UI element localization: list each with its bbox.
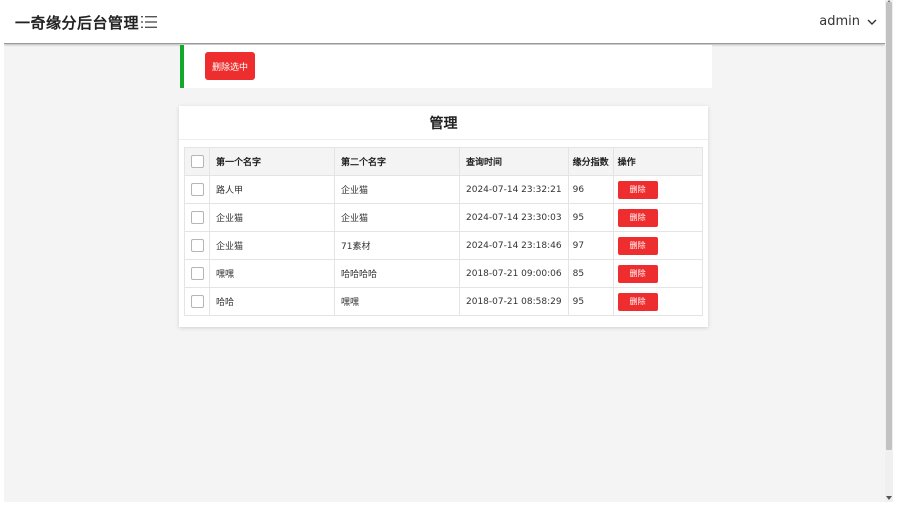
select-all-cell [184, 147, 210, 176]
cell-action: 删除 [612, 231, 704, 260]
table-row: 路人甲 企业猫 2024-07-14 23:32:21 96 删除 [184, 175, 704, 204]
cell-name2: 71素材 [334, 231, 460, 260]
cell-time: 2018-07-21 09:00:06 [459, 259, 569, 288]
toolbar-card: 删除选中 [180, 45, 712, 88]
cell-action: 删除 [612, 175, 704, 204]
cell-name1: 嘿嘿 [209, 259, 335, 288]
row-checkbox[interactable] [190, 211, 204, 224]
select-all-checkbox[interactable] [190, 155, 204, 168]
column-header-action: 操作 [612, 147, 704, 176]
user-menu[interactable]: admin [819, 14, 877, 29]
cell-time: 2024-07-14 23:32:21 [459, 175, 569, 204]
column-header-score: 缘分指数 [567, 147, 614, 176]
cell-score: 95 [567, 287, 614, 316]
cell-time: 2018-07-21 08:58:29 [459, 287, 569, 316]
table-row: 企业猫 71素材 2024-07-14 23:18:46 97 删除 [184, 231, 704, 260]
cell-name2: 企业猫 [334, 203, 460, 232]
brand-title: 一奇缘分后台管理 [15, 14, 140, 32]
chevron-down-icon [867, 19, 877, 25]
row-checkbox[interactable] [190, 267, 204, 280]
cell-score: 97 [567, 231, 614, 260]
table-row: 哈哈 嘿嘿 2018-07-21 08:58:29 95 删除 [184, 287, 704, 316]
row-select-cell [184, 287, 210, 316]
column-header-name1: 第一个名字 [209, 147, 335, 176]
column-header-time: 查询时间 [459, 147, 569, 176]
cell-name2: 企业猫 [334, 175, 460, 204]
cell-action: 删除 [612, 287, 704, 316]
row-select-cell [184, 259, 210, 288]
row-checkbox[interactable] [190, 295, 204, 308]
row-select-cell [184, 175, 210, 204]
cell-name1: 企业猫 [209, 203, 335, 232]
records-table: 第一个名字 第二个名字 查询时间 缘分指数 操作 路人甲 企业猫 2024-07… [184, 147, 704, 316]
scroll-down-arrow-icon[interactable] [886, 496, 892, 500]
cell-name2: 哈哈哈哈 [334, 259, 460, 288]
row-checkbox[interactable] [190, 183, 204, 196]
column-header-name2: 第二个名字 [334, 147, 460, 176]
row-select-cell [184, 203, 210, 232]
cell-time: 2024-07-14 23:30:03 [459, 203, 569, 232]
row-select-cell [184, 231, 210, 260]
delete-row-button[interactable]: 删除 [617, 180, 658, 199]
table-row: 企业猫 企业猫 2024-07-14 23:30:03 95 删除 [184, 203, 704, 232]
cell-name1: 哈哈 [209, 287, 335, 316]
panel-title: 管理 [179, 106, 708, 140]
cell-score: 96 [567, 175, 614, 204]
cell-time: 2024-07-14 23:18:46 [459, 231, 569, 260]
table-row: 嘿嘿 哈哈哈哈 2018-07-21 09:00:06 85 删除 [184, 259, 704, 288]
page-scrollbar[interactable] [885, 0, 893, 502]
top-header: 一奇缘分后台管理 admin [4, 0, 885, 44]
cell-action: 删除 [612, 259, 704, 288]
cell-name1: 路人甲 [209, 175, 335, 204]
user-name: admin [819, 14, 860, 29]
delete-row-button[interactable]: 删除 [617, 264, 658, 283]
delete-selected-button[interactable]: 删除选中 [205, 52, 255, 80]
scrollbar-thumb[interactable] [886, 2, 892, 450]
cell-action: 删除 [612, 203, 704, 232]
menu-icon[interactable] [141, 15, 157, 29]
cell-score: 85 [567, 259, 614, 288]
cell-name1: 企业猫 [209, 231, 335, 260]
records-panel: 管理 第一个名字 第二个名字 查询时间 缘分指数 操作 路人甲 企业猫 2024… [179, 106, 708, 327]
admin-app: 一奇缘分后台管理 admin 删除选中 管理 第一个名字 第二个名字 查询时间 … [4, 0, 885, 502]
table-header-row: 第一个名字 第二个名字 查询时间 缘分指数 操作 [184, 147, 704, 176]
cell-score: 95 [567, 203, 614, 232]
delete-row-button[interactable]: 删除 [617, 292, 658, 311]
delete-row-button[interactable]: 删除 [617, 236, 658, 255]
delete-row-button[interactable]: 删除 [617, 208, 658, 227]
cell-name2: 嘿嘿 [334, 287, 460, 316]
row-checkbox[interactable] [190, 239, 204, 252]
